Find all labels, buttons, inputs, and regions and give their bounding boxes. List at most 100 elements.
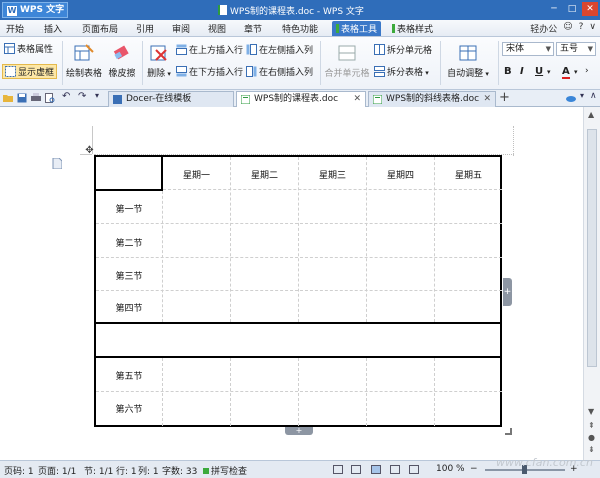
doc-tab-diagonal[interactable]: WPS制的斜线表格.doc ✕	[368, 91, 496, 107]
header-day-4[interactable]: 星期四	[367, 168, 434, 181]
help-icon[interactable]: ?	[579, 22, 584, 35]
insert-below-icon	[176, 66, 187, 77]
font-name-select[interactable]: 宋体 ▼	[502, 42, 554, 56]
document-icon	[218, 5, 227, 15]
scroll-thumb[interactable]	[587, 129, 597, 367]
insert-col-right-button[interactable]: 在右侧插入列	[246, 65, 313, 78]
close-tab-icon[interactable]: ✕	[353, 92, 361, 106]
smile-icon[interactable]: ☺	[563, 22, 572, 35]
insert-row-above-button[interactable]: 在上方插入行	[176, 43, 243, 56]
prev-page-icon[interactable]: ⇞	[588, 421, 595, 430]
new-tab-icon[interactable]: +	[499, 91, 510, 105]
delete-table-icon	[150, 45, 167, 61]
wps-logo-icon: W	[7, 6, 17, 16]
period-cell-2[interactable]: 第二节	[96, 236, 162, 249]
scroll-down-icon[interactable]: ▼	[588, 407, 594, 416]
close-tab-icon[interactable]: ✕	[483, 92, 491, 106]
table-resize-handle[interactable]	[505, 428, 512, 435]
minimize-icon[interactable]: ─	[546, 2, 562, 16]
save-icon[interactable]	[17, 93, 27, 103]
underline-button[interactable]: U	[535, 66, 543, 77]
draw-table-button[interactable]: 绘制表格	[66, 43, 102, 79]
tab-insert[interactable]: 插入	[44, 22, 62, 35]
bold-button[interactable]: B	[504, 66, 512, 77]
web-layout-icon[interactable]	[390, 465, 400, 474]
add-row-button[interactable]: +	[285, 427, 313, 435]
split-cells-button[interactable]: 拆分单元格	[374, 43, 432, 56]
more-arrow-icon[interactable]: ›	[585, 66, 589, 76]
chevron-down-icon: ▼	[545, 45, 551, 53]
table-move-handle-icon[interactable]: ✥	[84, 145, 95, 156]
undo-icon[interactable]: ↶	[62, 91, 72, 102]
chevron-down-icon[interactable]: ▾	[574, 68, 578, 76]
app-menu-button[interactable]: W WPS 文字	[2, 2, 68, 18]
scroll-up-icon[interactable]: ▲	[588, 110, 594, 119]
menu-bar: 开始 插入 页面布局 引用 审阅 视图 章节 特色功能 表格工具 表格样式 轻办…	[0, 20, 600, 37]
split-table-button[interactable]: 拆分表格 ▾	[374, 65, 429, 78]
next-page-icon[interactable]: ⇟	[588, 445, 595, 454]
col-line	[434, 157, 435, 322]
tab-home[interactable]: 开始	[6, 22, 24, 35]
zoom-level[interactable]: 100 %	[436, 464, 465, 474]
col-line	[298, 358, 299, 426]
select-browse-icon[interactable]: ●	[588, 433, 595, 442]
zoom-out-icon[interactable]: −	[470, 464, 478, 474]
period-cell-1[interactable]: 第一节	[96, 202, 162, 215]
redo-icon[interactable]: ↷	[78, 91, 88, 102]
table-properties-button[interactable]: 表格属性	[4, 42, 53, 55]
delete-button[interactable]: 删除 ▾	[144, 43, 174, 79]
maximize-icon[interactable]: □	[564, 2, 580, 16]
doc-tab-schedule[interactable]: WPS制的课程表.doc ✕	[236, 91, 366, 107]
ribbon: 表格属性 显示虚框 绘制表格 橡皮擦 删除 ▾ 在上方插入行 在下方插入行 在左…	[0, 37, 600, 90]
page-view-icon[interactable]	[333, 465, 343, 474]
header-day-5[interactable]: 星期五	[435, 168, 502, 181]
header-day-2[interactable]: 星期二	[231, 168, 298, 181]
quick-access-more-icon[interactable]: ▾	[95, 91, 105, 101]
status-section: 节: 1/1	[84, 467, 114, 477]
outline-view-icon[interactable]	[409, 465, 419, 474]
period-cell-4[interactable]: 第四节	[96, 301, 162, 314]
tab-features[interactable]: 特色功能	[282, 22, 318, 35]
close-icon[interactable]: ✕	[582, 2, 598, 16]
print-preview-icon[interactable]	[45, 93, 55, 103]
tab-review[interactable]: 审阅	[172, 22, 190, 35]
window-title: WPS制的课程表.doc - WPS 文字	[218, 4, 364, 17]
open-folder-icon[interactable]	[3, 93, 13, 103]
doc-tab-docer[interactable]: Docer-在线模板	[108, 91, 234, 107]
watermark: www.cfan.com.cn	[496, 456, 593, 469]
grid-icon	[5, 66, 16, 77]
font-color-button[interactable]: A	[562, 66, 570, 79]
tab-page-layout[interactable]: 页面布局	[82, 22, 118, 35]
tab-view[interactable]: 视图	[208, 22, 226, 35]
cloud-icon[interactable]	[566, 93, 576, 103]
print-layout-icon[interactable]	[371, 465, 381, 474]
tab-list-icon[interactable]: ▾	[580, 91, 590, 101]
insert-row-below-button[interactable]: 在下方插入行	[176, 65, 243, 78]
auto-fit-button[interactable]: 自动调整 ▾	[442, 43, 494, 79]
font-size-select[interactable]: 五号 ▼	[556, 42, 596, 56]
add-column-button[interactable]: +	[503, 278, 512, 306]
show-grid-button[interactable]: 显示虚框	[2, 64, 58, 79]
light-office-link[interactable]: 轻办公	[530, 22, 557, 35]
vertical-scrollbar[interactable]: ▲ ▼ ⇞ ● ⇟	[583, 107, 600, 460]
period-cell-5[interactable]: 第五节	[96, 369, 162, 382]
header-day-3[interactable]: 星期三	[299, 168, 366, 181]
document-margin-icon[interactable]	[52, 158, 62, 169]
full-screen-icon[interactable]	[351, 465, 361, 474]
tab-chapter[interactable]: 章节	[244, 22, 262, 35]
tab-table-tools[interactable]: 表格工具	[332, 21, 382, 36]
tab-references[interactable]: 引用	[136, 22, 154, 35]
collapse-ribbon-icon[interactable]: ∨	[589, 22, 596, 35]
tab-table-style[interactable]: 表格样式	[392, 22, 433, 35]
period-cell-6[interactable]: 第六节	[96, 402, 162, 415]
spell-check-toggle[interactable]: 拼写检查	[203, 464, 247, 477]
period-cell-3[interactable]: 第三节	[96, 269, 162, 282]
expand-icon[interactable]: ∧	[590, 91, 600, 101]
header-day-1[interactable]: 星期一	[163, 168, 230, 181]
insert-col-left-button[interactable]: 在左侧插入列	[246, 43, 313, 56]
eraser-button[interactable]: 橡皮擦	[106, 43, 138, 79]
print-icon[interactable]	[31, 93, 41, 103]
merge-cells-button[interactable]: 合并单元格	[322, 43, 372, 79]
italic-button[interactable]: I	[520, 66, 524, 77]
chevron-down-icon[interactable]: ▾	[547, 68, 551, 76]
